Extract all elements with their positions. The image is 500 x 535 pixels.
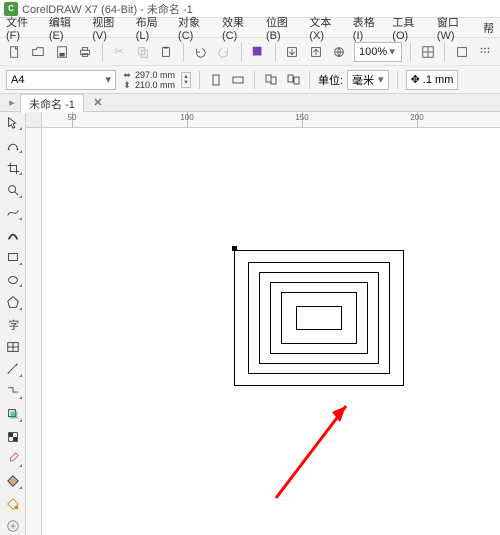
page-dimensions: ⬌297.0 mm ⬍210.0 mm (122, 70, 175, 90)
dimension-tool-icon[interactable] (3, 361, 23, 378)
landscape-icon[interactable] (230, 72, 246, 88)
drop-shadow-tool-icon[interactable] (3, 405, 23, 422)
units-label: 单位: (318, 72, 343, 88)
horizontal-ruler[interactable]: 50 100 150 200 (42, 112, 500, 128)
portrait-icon[interactable] (208, 72, 224, 88)
nudge-icon: ✥ (411, 73, 420, 86)
chevron-down-icon: ▾ (105, 73, 111, 86)
document-tab[interactable]: 未命名 -1 (20, 94, 84, 113)
smart-fill-tool-icon[interactable] (3, 495, 23, 512)
menu-view[interactable]: 视图(V) (92, 14, 125, 42)
units-value: 毫米 (352, 72, 374, 88)
workspace: 字 50 100 150 200 (0, 112, 500, 535)
fill-tool-icon[interactable] (3, 473, 23, 490)
menu-bar: 文件(F) 编辑(E) 视图(V) 布局(L) 对象(C) 效果(C) 位图(B… (0, 18, 500, 38)
chevron-down-icon: ▾ (378, 73, 384, 86)
document-tabs: ▸ 未命名 -1 ✕ (0, 94, 500, 112)
pick-tool-icon[interactable] (3, 114, 23, 131)
freehand-tool-icon[interactable] (3, 204, 23, 221)
publish-icon[interactable] (331, 42, 348, 62)
width-icon: ⬌ (122, 70, 132, 80)
vertical-ruler[interactable] (26, 128, 42, 535)
text-tool-icon[interactable]: 字 (3, 316, 23, 333)
connector-tool-icon[interactable] (3, 383, 23, 400)
menu-window[interactable]: 窗口(W) (437, 14, 473, 42)
expand-toolbox-icon[interactable] (3, 518, 23, 535)
search-icon[interactable] (249, 42, 266, 62)
export-icon[interactable] (307, 42, 324, 62)
print-icon[interactable] (76, 42, 93, 62)
crop-tool-icon[interactable] (3, 159, 23, 176)
cut-icon[interactable]: ✂ (111, 42, 128, 62)
page-size-select[interactable]: A4 ▾ (6, 70, 116, 90)
menu-file[interactable]: 文件(F) (6, 14, 39, 42)
page-height[interactable]: 210.0 mm (135, 80, 175, 90)
paste-icon[interactable] (157, 42, 174, 62)
nudge-distance[interactable]: ✥ .1 mm (406, 70, 459, 90)
import-icon[interactable] (284, 42, 301, 62)
nested-rectangles-object[interactable] (234, 250, 406, 388)
svg-text:字: 字 (8, 318, 19, 331)
eyedropper-tool-icon[interactable] (3, 450, 23, 467)
units-group: 单位: 毫米 ▾ (318, 70, 389, 90)
app-launcher-icon[interactable] (477, 42, 494, 62)
copy-icon[interactable] (134, 42, 151, 62)
toolbox: 字 (0, 112, 26, 535)
menu-bitmap[interactable]: 位图(B) (266, 14, 299, 42)
nudge-value: .1 mm (423, 74, 454, 86)
redo-icon[interactable] (215, 42, 232, 62)
menu-edit[interactable]: 编辑(E) (49, 14, 82, 42)
units-select[interactable]: 毫米 ▾ (347, 70, 389, 90)
property-toolbar: A4 ▾ ⬌297.0 mm ⬍210.0 mm ▲▼ 单位: 毫米 ▾ ✥ .… (0, 66, 500, 94)
save-icon[interactable] (53, 42, 70, 62)
add-tab-button[interactable]: ✕ (90, 96, 106, 109)
rectangle-tool-icon[interactable] (3, 249, 23, 266)
zoom-tool-icon[interactable] (3, 181, 23, 198)
page-size-value: A4 (11, 74, 24, 86)
canvas[interactable]: 50 100 150 200 (26, 112, 500, 535)
options-icon[interactable] (453, 42, 470, 62)
polygon-tool-icon[interactable] (3, 293, 23, 310)
snap-icon[interactable] (419, 42, 436, 62)
zoom-level-select[interactable]: 100% ▾ (354, 42, 402, 62)
transparency-tool-icon[interactable] (3, 428, 23, 445)
menu-tools[interactable]: 工具(O) (392, 14, 427, 42)
chevron-down-icon: ▾ (387, 45, 397, 58)
menu-table[interactable]: 表格(I) (353, 14, 383, 42)
ruler-origin[interactable] (26, 112, 42, 128)
undo-icon[interactable] (192, 42, 209, 62)
annotation-arrow-icon (246, 388, 366, 508)
page-width[interactable]: 297.0 mm (135, 70, 175, 80)
menu-help[interactable]: 帮 (483, 20, 494, 36)
drawing-page[interactable] (66, 128, 500, 535)
menu-layout[interactable]: 布局(L) (136, 14, 168, 42)
menu-effects[interactable]: 效果(C) (222, 14, 256, 42)
current-page-icon[interactable] (285, 72, 301, 88)
shape-tool-icon[interactable] (3, 136, 23, 153)
zoom-value: 100% (359, 46, 387, 58)
tab-arrow-icon[interactable]: ▸ (4, 95, 20, 111)
open-file-icon[interactable] (29, 42, 46, 62)
ellipse-tool-icon[interactable] (3, 271, 23, 288)
table-tool-icon[interactable] (3, 338, 23, 355)
standard-toolbar: ✂ 100% ▾ (0, 38, 500, 66)
menu-text[interactable]: 文本(X) (309, 14, 342, 42)
all-pages-icon[interactable] (263, 72, 279, 88)
dimension-spinner[interactable]: ▲▼ (181, 72, 191, 88)
menu-object[interactable]: 对象(C) (178, 14, 212, 42)
height-icon: ⬍ (122, 80, 132, 90)
artistic-media-tool-icon[interactable] (3, 226, 23, 243)
new-file-icon[interactable] (6, 42, 23, 62)
